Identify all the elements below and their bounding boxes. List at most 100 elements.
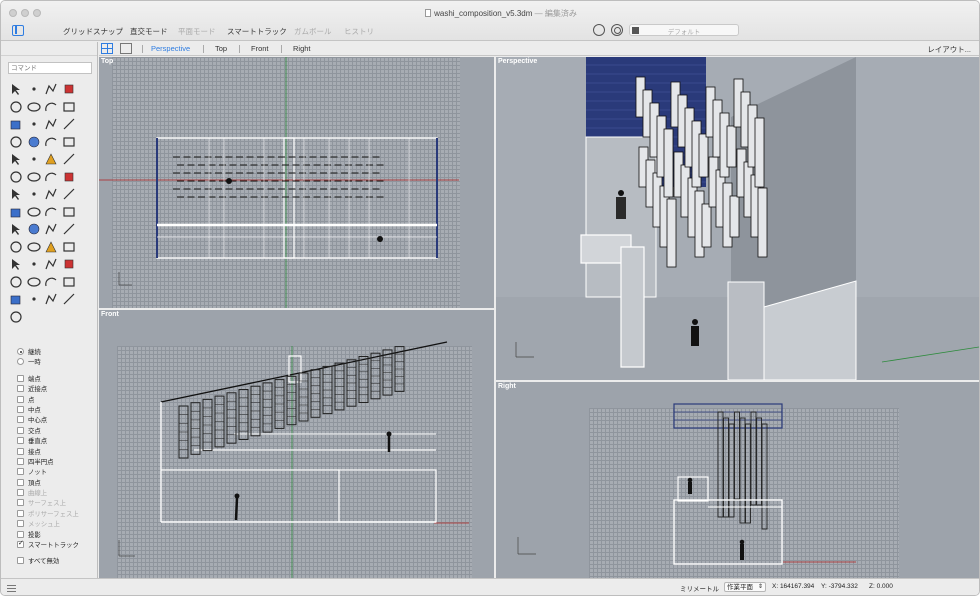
solid-icon[interactable] <box>9 222 23 236</box>
cone-icon[interactable] <box>44 170 58 184</box>
osnap-option[interactable]: ノット <box>17 468 97 478</box>
rectangle-icon[interactable] <box>62 100 76 114</box>
osnap-disable-all[interactable]: すべて無効 <box>17 557 97 567</box>
osnap-option[interactable]: 端点 <box>17 374 97 385</box>
osnap-oneshot-option[interactable]: 一時 <box>17 358 97 368</box>
mirror-icon[interactable] <box>9 187 23 201</box>
cylinder-icon[interactable] <box>26 170 41 184</box>
sphere-icon[interactable] <box>9 170 23 184</box>
array-icon[interactable] <box>27 187 41 201</box>
circle-icon[interactable] <box>9 100 23 114</box>
flag-icon[interactable] <box>62 292 76 306</box>
pattern-icon[interactable] <box>44 205 58 219</box>
transform-icon[interactable] <box>62 152 76 166</box>
smart-track-toggle[interactable]: スマートトラック <box>227 26 287 37</box>
osnap-option[interactable]: 頂点 <box>17 478 97 489</box>
polyline-icon[interactable] <box>44 82 58 96</box>
curve-from-object-icon[interactable] <box>27 117 41 131</box>
layout-button[interactable]: レイアウト... <box>927 44 971 55</box>
point-icon[interactable] <box>27 82 41 96</box>
perspective-viewport[interactable]: Perspective <box>496 57 979 380</box>
shading-icon[interactable] <box>27 152 41 166</box>
globe-icon[interactable] <box>9 292 23 306</box>
close-window-button[interactable] <box>9 9 17 17</box>
arc-icon[interactable] <box>44 100 58 114</box>
right-viewport[interactable]: Right <box>496 382 979 578</box>
layer-icon[interactable] <box>27 257 41 271</box>
gumball-icon[interactable] <box>44 187 58 201</box>
grid-snap-toggle[interactable]: グリッドスナップ <box>63 26 123 37</box>
osnap-option[interactable]: 中点 <box>17 405 97 416</box>
analyze-icon[interactable] <box>9 257 23 271</box>
ellipse-icon[interactable] <box>26 100 41 114</box>
zoom-icon[interactable] <box>9 240 23 254</box>
current-layer-selector[interactable]: デフォルト <box>629 24 739 36</box>
trim-icon[interactable] <box>44 222 58 236</box>
join-icon[interactable] <box>62 222 76 236</box>
osnap-option[interactable]: サーフェス上 <box>17 499 97 509</box>
undo-view-icon[interactable] <box>593 24 605 36</box>
record-history-icon[interactable] <box>611 24 623 36</box>
extrude-icon[interactable] <box>44 135 58 149</box>
pan-icon[interactable] <box>62 240 76 254</box>
planar-toggle[interactable]: 平面モード <box>178 26 216 37</box>
cplane-selector[interactable]: 作業平面 ⇕ <box>724 582 766 592</box>
single-view-layout-icon[interactable] <box>120 43 132 54</box>
polygon-icon[interactable] <box>9 135 23 149</box>
osnap-persistent-option[interactable]: 継続 <box>17 348 97 358</box>
split-icon[interactable] <box>62 117 76 131</box>
pipe-icon[interactable] <box>62 170 76 184</box>
four-view-layout-icon[interactable] <box>101 43 113 54</box>
ortho-toggle[interactable]: 直交モード <box>130 26 168 37</box>
osnap-option[interactable]: 垂直点 <box>17 437 97 447</box>
menu-icon[interactable] <box>7 585 16 592</box>
osnap-option[interactable]: スマートトラック <box>17 539 97 551</box>
warning-icon[interactable] <box>44 152 58 166</box>
osnap-option[interactable]: 曲線上 <box>17 489 97 499</box>
sidebar-toggle-icon[interactable] <box>12 25 24 36</box>
line-icon[interactable] <box>62 82 76 96</box>
osnap-option[interactable]: 四半円点 <box>17 457 97 468</box>
osnap-option[interactable]: メッシュ上 <box>17 520 97 530</box>
tab-front[interactable]: Front <box>251 44 269 53</box>
top-viewport[interactable]: Top <box>99 57 494 308</box>
edit-icon[interactable] <box>62 187 76 201</box>
light-icon[interactable] <box>9 275 23 289</box>
grid-points-icon[interactable] <box>26 205 41 219</box>
minimize-window-button[interactable] <box>21 9 29 17</box>
rotate-view-icon[interactable] <box>26 240 41 254</box>
osnap-option[interactable]: ポリサーフェス上 <box>17 509 97 520</box>
curvature-icon[interactable] <box>62 257 76 271</box>
osnap-option[interactable]: 点 <box>17 395 97 406</box>
command-input[interactable] <box>8 62 92 74</box>
units-label[interactable]: ミリメートル <box>680 583 719 593</box>
select-arrow-icon[interactable] <box>9 82 23 96</box>
rotate-icon[interactable] <box>9 117 23 131</box>
osnap-option[interactable]: 投影 <box>17 530 97 541</box>
select-icon[interactable] <box>44 240 58 254</box>
front-viewport[interactable]: Front <box>99 310 494 578</box>
gumball-toggle[interactable]: ガムボール <box>294 26 332 37</box>
dimension-icon[interactable] <box>9 310 23 324</box>
sphere-render-icon[interactable] <box>44 292 58 306</box>
display-icon[interactable] <box>44 257 58 271</box>
tab-perspective[interactable]: Perspective <box>151 44 190 53</box>
properties-icon[interactable] <box>27 292 41 306</box>
tab-top[interactable]: Top <box>215 44 227 53</box>
cube-icon[interactable] <box>9 205 23 219</box>
boolean-icon[interactable] <box>62 205 76 219</box>
render-icon[interactable] <box>62 275 76 289</box>
box-icon[interactable] <box>9 152 23 166</box>
color-wheel-icon[interactable] <box>44 275 58 289</box>
osnap-option[interactable]: 中心点 <box>17 416 97 426</box>
loft-icon[interactable] <box>62 135 76 149</box>
fillet-icon[interactable] <box>44 117 58 131</box>
polyline-edit-icon[interactable] <box>27 222 41 236</box>
tab-right[interactable]: Right <box>293 44 311 53</box>
zoom-window-button[interactable] <box>33 9 41 17</box>
surface-icon[interactable] <box>27 135 41 149</box>
osnap-option[interactable]: 接点 <box>17 447 97 458</box>
history-toggle[interactable]: ヒストリ <box>344 26 374 37</box>
osnap-option[interactable]: 交点 <box>17 426 97 437</box>
osnap-option[interactable]: 近接点 <box>17 385 97 395</box>
